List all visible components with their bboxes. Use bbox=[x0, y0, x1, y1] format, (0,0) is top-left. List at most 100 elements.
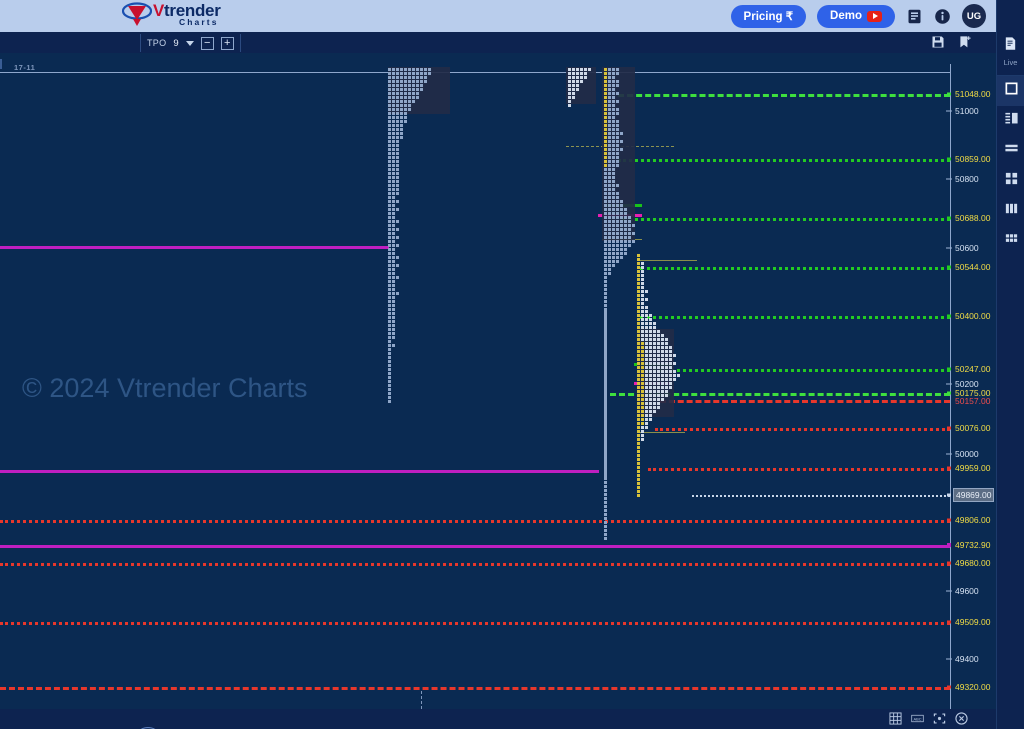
tpo-letter bbox=[424, 68, 427, 71]
tpo-letter bbox=[392, 132, 395, 135]
tpo-letter bbox=[612, 108, 615, 111]
brand-logo[interactable]: Vtrender Charts bbox=[122, 2, 221, 28]
tpo-letter bbox=[388, 296, 391, 299]
tpo-letter bbox=[604, 72, 607, 75]
tpo-letter bbox=[604, 148, 607, 151]
tpo-letter bbox=[428, 68, 431, 71]
tpo-letter bbox=[392, 300, 395, 303]
tpo-letter bbox=[649, 362, 652, 365]
time-divider bbox=[421, 691, 422, 709]
notes-icon[interactable] bbox=[906, 8, 923, 25]
grid-toggle-icon[interactable] bbox=[889, 712, 902, 729]
tpo-letter bbox=[580, 68, 583, 71]
tpo-letter bbox=[673, 362, 676, 365]
tpo-letter bbox=[624, 228, 627, 231]
three-column-layout-icon bbox=[1004, 201, 1019, 221]
pricing-button[interactable]: Pricing ₹ bbox=[730, 4, 807, 28]
tpo-letter bbox=[612, 136, 615, 139]
tpo-letter bbox=[628, 220, 631, 223]
tpo-letter bbox=[400, 72, 403, 75]
tpo-letter bbox=[616, 72, 619, 75]
tpo-letter bbox=[608, 172, 611, 175]
tpo-letter bbox=[645, 418, 648, 421]
tpo-letter bbox=[392, 232, 395, 235]
save-icon[interactable] bbox=[931, 35, 945, 49]
sidebar-item-quad[interactable] bbox=[997, 166, 1024, 196]
tpo-letter bbox=[392, 244, 395, 247]
demo-button[interactable]: Demo bbox=[817, 4, 895, 28]
close-icon[interactable] bbox=[955, 712, 968, 729]
chevron-down-icon[interactable] bbox=[185, 40, 194, 46]
tpo-letter bbox=[657, 386, 660, 389]
tpo-letter bbox=[608, 268, 611, 271]
range-line-upper-session4 bbox=[637, 260, 697, 261]
tpo-letter bbox=[388, 300, 391, 303]
sidebar-item-rows[interactable] bbox=[997, 136, 1024, 166]
tpo-letter bbox=[645, 358, 648, 361]
tpo-letter bbox=[616, 108, 619, 111]
tpo-letter bbox=[653, 322, 656, 325]
tpo-letter bbox=[604, 236, 607, 239]
sidebar-item-three-column[interactable] bbox=[997, 196, 1024, 226]
tpo-letter bbox=[616, 128, 619, 131]
tpo-letter bbox=[608, 84, 611, 87]
tpo-letter bbox=[616, 132, 619, 135]
tpo-letter bbox=[637, 330, 640, 333]
tpo-letter bbox=[400, 92, 403, 95]
fit-screen-icon[interactable] bbox=[933, 712, 946, 729]
chart-canvas[interactable]: 17-11 © 2024 Vtrender Charts 51048.00 51… bbox=[0, 54, 996, 729]
level-line-50400 bbox=[640, 316, 950, 319]
tpo-letter bbox=[404, 96, 407, 99]
tpo-letter bbox=[604, 128, 607, 131]
info-icon[interactable] bbox=[934, 8, 951, 25]
app-header: Vtrender Charts Pricing ₹ Demo UG bbox=[0, 0, 996, 32]
tpo-letter bbox=[637, 298, 640, 301]
tpo-letter bbox=[396, 68, 399, 71]
tpo-letter bbox=[637, 410, 640, 413]
tpo-letter bbox=[653, 402, 656, 405]
user-avatar[interactable]: UG bbox=[962, 4, 986, 28]
sidebar-item-grid[interactable] bbox=[997, 226, 1024, 256]
tpo-letter bbox=[392, 172, 395, 175]
tpo-letter bbox=[645, 298, 648, 301]
tpo-letter bbox=[604, 469, 607, 472]
tpo-letter bbox=[404, 68, 407, 71]
tpo-letter bbox=[649, 390, 652, 393]
tpo-letter bbox=[616, 228, 619, 231]
live-document-icon[interactable] bbox=[1003, 36, 1018, 56]
tpo-letter bbox=[388, 200, 391, 203]
tpo-letter bbox=[388, 376, 391, 379]
tpo-letter bbox=[620, 212, 623, 215]
tpo-decrease-button[interactable]: − bbox=[200, 36, 214, 50]
tpo-letter bbox=[608, 244, 611, 247]
axis-dash-49400 bbox=[946, 658, 952, 660]
tpo-letter bbox=[408, 88, 411, 91]
tpo-letter bbox=[616, 136, 619, 139]
tpo-letter bbox=[388, 192, 391, 195]
tpo-letter bbox=[657, 330, 660, 333]
bookmark-add-icon[interactable] bbox=[958, 35, 972, 49]
tpo-letter bbox=[669, 378, 672, 381]
tpo-letter bbox=[645, 350, 648, 353]
level-line-50247 bbox=[640, 369, 950, 372]
price-axis[interactable]: 51048.00 51000 50859.00 50800 50688.00 5… bbox=[946, 54, 996, 729]
tpo-letter bbox=[641, 374, 644, 377]
tpo-letter bbox=[645, 354, 648, 357]
tpo-letter bbox=[673, 354, 676, 357]
tpo-letter bbox=[641, 334, 644, 337]
tpo-increase-button[interactable]: + bbox=[220, 36, 234, 50]
sidebar-item-single-pane[interactable] bbox=[997, 76, 1024, 106]
tpo-letter bbox=[637, 478, 640, 481]
tpo-letter bbox=[388, 188, 391, 191]
tpo-letter bbox=[428, 72, 431, 75]
tpo-letter bbox=[624, 232, 627, 235]
tpo-letter bbox=[604, 200, 607, 203]
tpo-letter bbox=[645, 326, 648, 329]
level-line-49959 bbox=[648, 468, 950, 471]
abc-label-icon[interactable]: ABC bbox=[911, 712, 924, 729]
tpo-letter bbox=[568, 80, 571, 83]
sidebar-item-split-list[interactable] bbox=[997, 106, 1024, 136]
tpo-letter bbox=[649, 406, 652, 409]
tpo-letter bbox=[416, 88, 419, 91]
tpo-letter bbox=[641, 426, 644, 429]
